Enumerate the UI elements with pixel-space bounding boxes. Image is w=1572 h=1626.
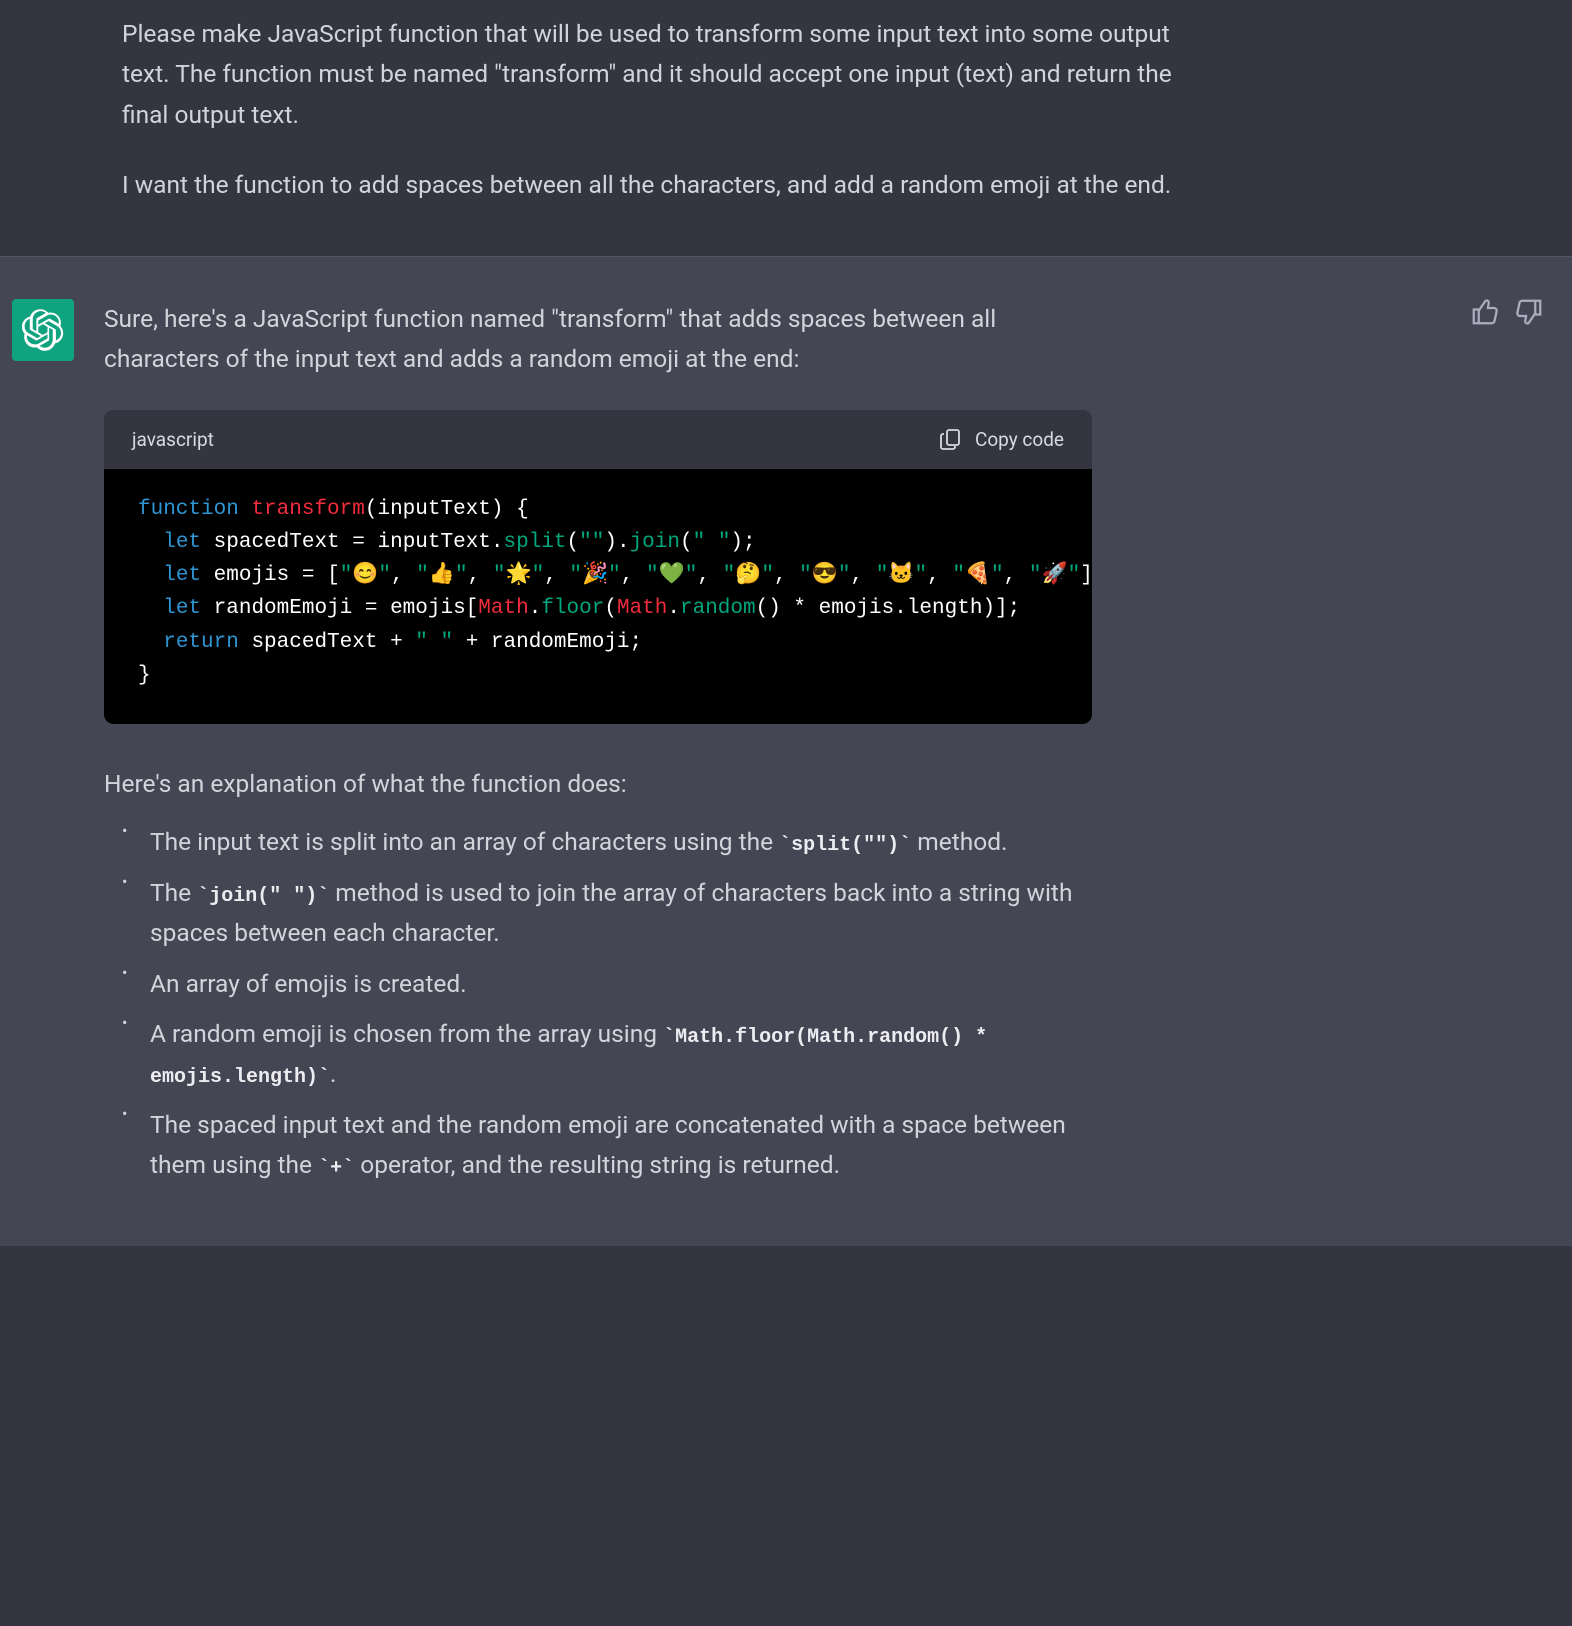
list-item: The input text is split into an array of… xyxy=(122,822,1092,862)
assistant-avatar xyxy=(12,299,74,361)
code-block: javascript Copy code function transform(… xyxy=(104,410,1092,724)
code-header: javascript Copy code xyxy=(104,410,1092,469)
clipboard-icon xyxy=(939,427,963,451)
list-item: An array of emojis is created. xyxy=(122,964,1092,1004)
assistant-content-row: Sure, here's a JavaScript function named… xyxy=(12,299,1092,1196)
thumbs-down-icon xyxy=(1514,297,1544,327)
copy-code-button[interactable]: Copy code xyxy=(939,424,1064,455)
assistant-message-block: Sure, here's a JavaScript function named… xyxy=(0,256,1572,1246)
list-item: The spaced input text and the random emo… xyxy=(122,1105,1092,1186)
assistant-message-column: Sure, here's a JavaScript function named… xyxy=(104,299,1092,1196)
user-message-block: Please make JavaScript function that wil… xyxy=(0,0,1572,256)
user-content-row: Please make JavaScript function that wil… xyxy=(122,14,1202,206)
inline-code: `join(" ")` xyxy=(197,885,329,908)
thumbs-down-button[interactable] xyxy=(1514,297,1544,327)
openai-logo-icon xyxy=(22,309,64,351)
assistant-intro: Sure, here's a JavaScript function named… xyxy=(104,299,1092,380)
list-item: The `join(" ")` method is used to join t… xyxy=(122,873,1092,954)
user-paragraph-2: I want the function to add spaces betwee… xyxy=(122,165,1202,205)
thumbs-up-button[interactable] xyxy=(1470,297,1500,327)
user-paragraph-1: Please make JavaScript function that wil… xyxy=(122,14,1202,135)
code-language-label: javascript xyxy=(132,424,214,455)
avatar-column xyxy=(12,299,74,1196)
explanation-list: The input text is split into an array of… xyxy=(104,822,1092,1185)
code-body[interactable]: function transform(inputText) { let spac… xyxy=(104,469,1092,724)
inline-code: `+` xyxy=(318,1157,354,1180)
user-message-text: Please make JavaScript function that wil… xyxy=(122,14,1202,206)
copy-code-label: Copy code xyxy=(975,424,1064,455)
list-item: A random emoji is chosen from the array … xyxy=(122,1014,1092,1095)
feedback-actions xyxy=(1470,297,1544,327)
explanation-intro: Here's an explanation of what the functi… xyxy=(104,764,1092,804)
inline-code: `split("")` xyxy=(779,834,911,857)
thumbs-up-icon xyxy=(1470,297,1500,327)
